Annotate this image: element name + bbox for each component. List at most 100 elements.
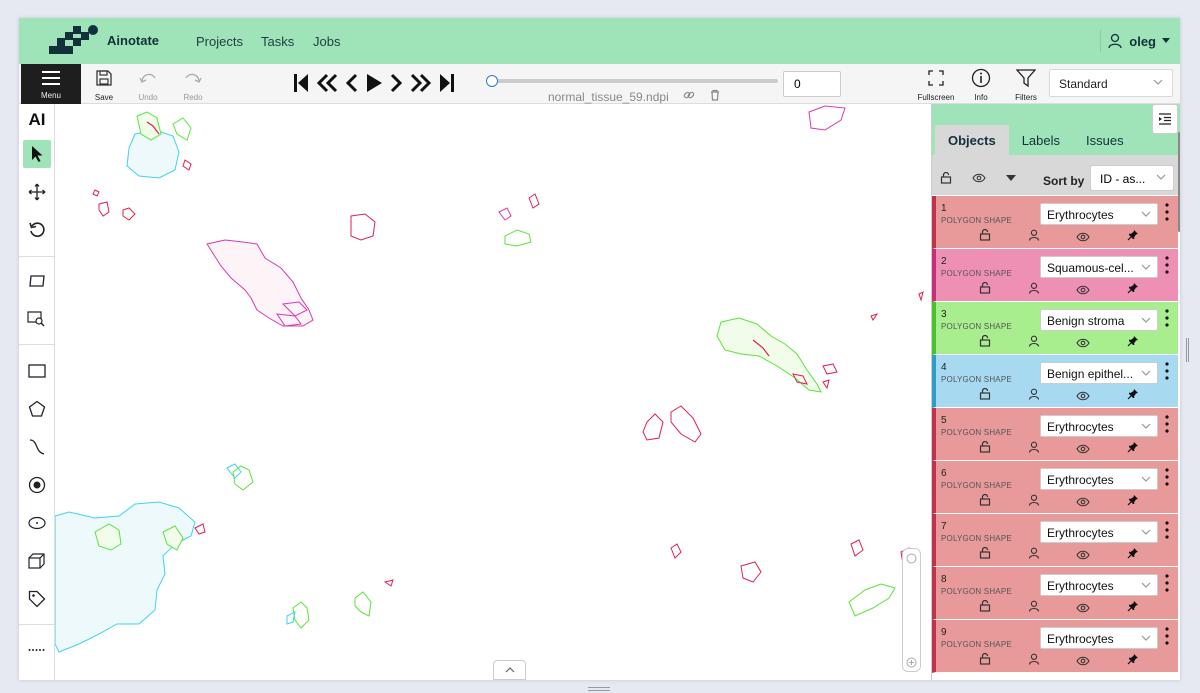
user-icon[interactable] [1028, 387, 1040, 405]
user-icon[interactable] [1028, 493, 1040, 511]
object-item[interactable]: 1 POLYGON SHAPE Erythrocytes [932, 196, 1178, 249]
lock-icon[interactable] [979, 440, 991, 458]
object-label-select[interactable]: Benign epithel... [1040, 362, 1158, 384]
more-vertical-icon[interactable] [1165, 627, 1169, 645]
zoom-slider[interactable] [902, 548, 921, 672]
more-vertical-icon[interactable] [1165, 415, 1169, 433]
more-vertical-icon[interactable] [1165, 574, 1169, 592]
object-label-select[interactable]: Erythrocytes [1040, 468, 1158, 490]
zoom-handle-icon[interactable] [906, 553, 917, 564]
last-frame-icon[interactable] [439, 73, 455, 93]
eye-icon[interactable] [1076, 494, 1090, 512]
lock-icon[interactable] [979, 334, 991, 352]
tab-issues[interactable]: Issues [1073, 125, 1137, 155]
object-label-select[interactable]: Squamous-cel... [1040, 256, 1158, 278]
scrollbar[interactable] [1178, 132, 1180, 232]
next-icon[interactable] [389, 73, 403, 93]
zoom-in-icon[interactable] [906, 657, 917, 668]
user-icon[interactable] [1028, 228, 1040, 246]
trash-icon[interactable] [709, 89, 721, 101]
annotation-canvas[interactable] [55, 104, 931, 680]
user-icon[interactable] [1028, 599, 1040, 617]
more-vertical-icon[interactable] [1165, 309, 1169, 327]
lock-icon[interactable] [979, 387, 991, 405]
object-item[interactable]: 7 POLYGON SHAPE Erythrocytes [932, 514, 1178, 567]
pin-icon[interactable] [1127, 334, 1139, 352]
eye-icon[interactable] [1076, 335, 1090, 353]
undo-button[interactable]: Undo [126, 66, 170, 102]
rectangle-tool[interactable] [23, 357, 51, 385]
bottom-resize-handle[interactable] [588, 687, 610, 691]
lock-icon[interactable] [979, 599, 991, 617]
object-item[interactable]: 2 POLYGON SHAPE Squamous-cel... [932, 249, 1178, 302]
pin-icon[interactable] [1127, 652, 1139, 670]
user-icon[interactable] [1028, 334, 1040, 352]
nav-jobs[interactable]: Jobs [313, 34, 340, 49]
more-tools[interactable] [23, 636, 51, 664]
lock-icon[interactable] [979, 493, 991, 511]
pin-icon[interactable] [1127, 440, 1139, 458]
redo-button[interactable]: Redo [171, 66, 215, 102]
eye-icon[interactable] [1076, 229, 1090, 247]
previous-icon[interactable] [345, 73, 359, 93]
cuboid-tool[interactable] [23, 547, 51, 575]
object-label-select[interactable]: Benign stroma [1040, 309, 1158, 331]
object-item[interactable]: 5 POLYGON SHAPE Erythrocytes [932, 408, 1178, 461]
nav-tasks[interactable]: Tasks [261, 34, 294, 49]
sort-select[interactable]: ID - as... [1090, 165, 1174, 191]
fast-backward-icon[interactable] [315, 73, 339, 93]
cursor-tool[interactable] [23, 140, 51, 168]
ai-tool[interactable]: AI [23, 106, 51, 134]
frame-number-input[interactable] [783, 71, 841, 97]
object-label-select[interactable]: Erythrocytes [1040, 574, 1158, 596]
polygon-tool[interactable] [23, 395, 51, 423]
object-label-select[interactable]: Erythrocytes [1040, 203, 1158, 225]
more-vertical-icon[interactable] [1165, 521, 1169, 539]
fullscreen-button[interactable]: Fullscreen [914, 64, 958, 104]
user-icon[interactable] [1028, 652, 1040, 670]
fast-forward-icon[interactable] [409, 73, 433, 93]
caret-down-icon[interactable] [1006, 175, 1016, 181]
move-tool[interactable] [23, 178, 51, 206]
lock-icon[interactable] [979, 281, 991, 299]
object-item[interactable]: 4 POLYGON SHAPE Benign epithel... [932, 355, 1178, 408]
eye-all-icon[interactable] [972, 173, 986, 183]
lock-all-icon[interactable] [940, 172, 952, 184]
eye-icon[interactable] [1076, 282, 1090, 300]
expand-bottom-button[interactable] [493, 660, 526, 680]
frame-slider[interactable] [486, 75, 778, 87]
polyline-tool[interactable] [23, 433, 51, 461]
fit-tool[interactable] [23, 267, 51, 295]
view-mode-select[interactable]: Standard [1049, 69, 1173, 97]
point-tool[interactable] [23, 471, 51, 499]
more-vertical-icon[interactable] [1165, 203, 1169, 221]
lock-icon[interactable] [979, 228, 991, 246]
object-label-select[interactable]: Erythrocytes [1040, 627, 1158, 649]
pin-icon[interactable] [1127, 493, 1139, 511]
link-icon[interactable] [683, 89, 695, 101]
info-button[interactable]: Info [963, 64, 999, 104]
user-icon[interactable] [1028, 281, 1040, 299]
pin-icon[interactable] [1127, 599, 1139, 617]
resize-handle[interactable] [1186, 338, 1189, 362]
eye-icon[interactable] [1076, 600, 1090, 618]
object-item[interactable]: 6 POLYGON SHAPE Erythrocytes [932, 461, 1178, 514]
eye-icon[interactable] [1076, 547, 1090, 565]
object-item[interactable]: 8 POLYGON SHAPE Erythrocytes [932, 567, 1178, 620]
lock-icon[interactable] [979, 546, 991, 564]
save-button[interactable]: Save [82, 66, 126, 102]
rotate-tool[interactable] [23, 216, 51, 244]
ellipse-tool[interactable] [23, 509, 51, 537]
user-icon[interactable] [1028, 440, 1040, 458]
pin-icon[interactable] [1127, 546, 1139, 564]
user-menu[interactable]: oleg [1100, 30, 1170, 52]
lock-icon[interactable] [979, 652, 991, 670]
more-vertical-icon[interactable] [1165, 468, 1169, 486]
eye-icon[interactable] [1076, 653, 1090, 671]
nav-projects[interactable]: Projects [196, 34, 243, 49]
object-item[interactable]: 9 POLYGON SHAPE Erythrocytes [932, 620, 1178, 673]
tag-tool[interactable] [23, 585, 51, 613]
tab-labels[interactable]: Labels [1009, 125, 1073, 155]
pin-icon[interactable] [1127, 281, 1139, 299]
pin-icon[interactable] [1127, 387, 1139, 405]
